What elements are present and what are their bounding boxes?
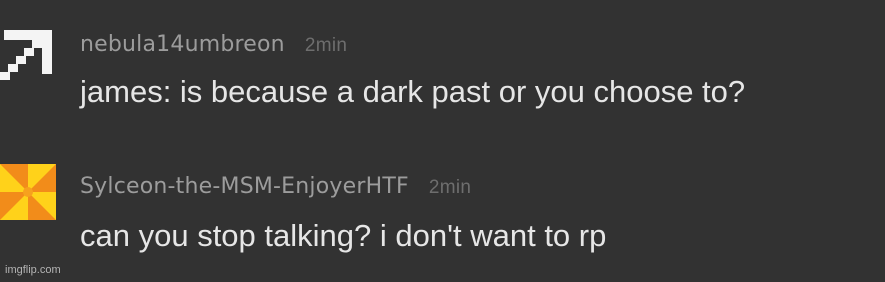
username[interactable]: nebula14umbreon 2min	[80, 32, 347, 57]
username-text[interactable]: nebula14umbreon	[80, 32, 285, 57]
message-text: can you stop talking? i don't want to rp	[80, 218, 607, 253]
chat-message: Sylceon-the-MSM-EnjoyerHTF 2min can you s…	[0, 140, 885, 282]
timestamp: 2min	[428, 177, 472, 198]
watermark: imgflip.com	[5, 264, 61, 276]
username[interactable]: Sylceon-the-MSM-EnjoyerHTF 2min	[80, 174, 471, 199]
message-text: james: is because a dark past or you cho…	[80, 74, 746, 109]
chat-message: nebula14umbreon 2min james: is because a …	[0, 0, 885, 140]
orange-swirl-icon[interactable]	[0, 164, 56, 220]
username-text[interactable]: Sylceon-the-MSM-EnjoyerHTF	[80, 174, 409, 199]
pixel-arrow-icon[interactable]	[0, 24, 56, 80]
timestamp: 2min	[304, 35, 348, 56]
